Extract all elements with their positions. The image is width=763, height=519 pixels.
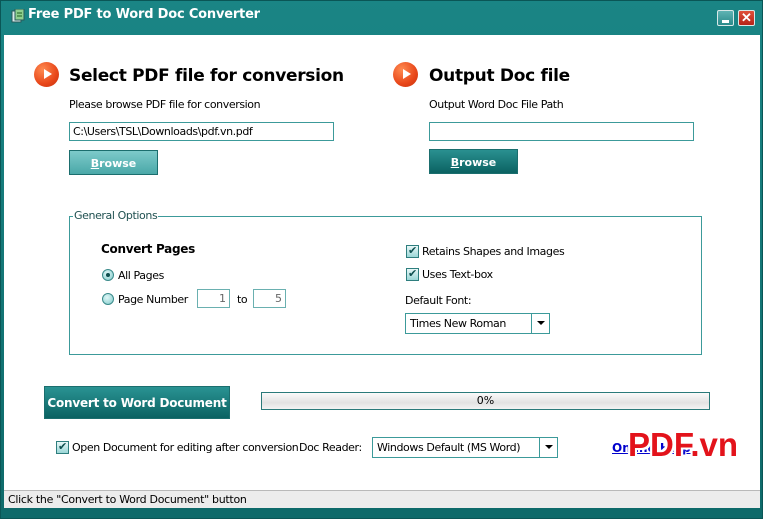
uses-textbox-label[interactable]: Uses Text-box [422, 268, 493, 281]
chevron-down-icon[interactable] [539, 438, 557, 457]
all-pages-label[interactable]: All Pages [118, 269, 164, 282]
convert-button[interactable]: Convert to Word Document [44, 386, 230, 419]
open-doc-checkbox[interactable] [56, 440, 69, 454]
retain-shapes-label[interactable]: Retains Shapes and Images [422, 245, 565, 258]
uses-textbox-checkbox[interactable] [406, 267, 419, 281]
play-arrow-icon [393, 62, 418, 87]
app-icon [11, 9, 25, 23]
title-bar[interactable]: Free PDF to Word Doc Converter ✕ [1, 1, 762, 33]
status-text: Click the "Convert to Word Document" but… [8, 493, 247, 506]
general-options-legend: General Options [73, 209, 159, 222]
doc-reader-label: Doc Reader: [299, 441, 362, 454]
page-to-input[interactable]: 5 [253, 289, 286, 308]
browse-label: rowse [99, 157, 137, 170]
default-font-value: Times New Roman [410, 317, 506, 330]
output-doc-label: Output Word Doc File Path [429, 98, 564, 111]
chevron-down-icon[interactable] [531, 314, 549, 333]
minimize-button[interactable] [717, 10, 734, 26]
app-window: Free PDF to Word Doc Converter ✕ Select … [0, 0, 763, 519]
doc-reader-select[interactable]: Windows Default (MS Word) [372, 437, 558, 458]
play-arrow-icon [34, 62, 59, 87]
close-button[interactable]: ✕ [738, 10, 755, 26]
open-doc-label[interactable]: Open Document for editing after conversi… [72, 441, 299, 454]
convert-pages-title: Convert Pages [101, 242, 195, 256]
pdf-path-input[interactable]: C:\Users\TSL\Downloads\pdf.vn.pdf [69, 122, 334, 141]
page-from-input[interactable]: 1 [197, 289, 230, 308]
select-pdf-label: Please browse PDF file for conversion [69, 98, 261, 111]
page-number-radio[interactable] [102, 293, 114, 305]
progress-text: 0% [476, 394, 495, 407]
select-pdf-title: Select PDF file for conversion [69, 66, 344, 86]
default-font-label: Default Font: [405, 294, 472, 307]
window-title: Free PDF to Word Doc Converter [28, 7, 260, 22]
browse-pdf-button[interactable]: Browse [69, 150, 158, 175]
conversion-progress-bar: 0% [261, 392, 710, 410]
page-number-label[interactable]: Page Number [118, 293, 188, 306]
browse-label: rowse [459, 156, 497, 169]
to-label: to [237, 293, 248, 306]
all-pages-radio[interactable] [102, 269, 114, 281]
browse-mnemonic: B [90, 157, 100, 170]
doc-reader-value: Windows Default (MS Word) [377, 441, 521, 454]
retain-shapes-checkbox[interactable] [406, 244, 419, 258]
browse-output-button[interactable]: Browse [429, 149, 518, 174]
pdfvn-watermark: PDF.vn [628, 426, 739, 463]
client-area: Select PDF file for conversion Please br… [4, 35, 760, 490]
browse-mnemonic: B [450, 156, 460, 169]
close-icon: ✕ [741, 10, 752, 25]
output-doc-title: Output Doc file [429, 66, 570, 86]
default-font-select[interactable]: Times New Roman [405, 313, 550, 334]
general-options-group: General Options Convert Pages All Pages … [69, 209, 702, 355]
status-bar: Click the "Convert to Word Document" but… [4, 490, 760, 508]
output-path-input[interactable] [429, 122, 694, 141]
